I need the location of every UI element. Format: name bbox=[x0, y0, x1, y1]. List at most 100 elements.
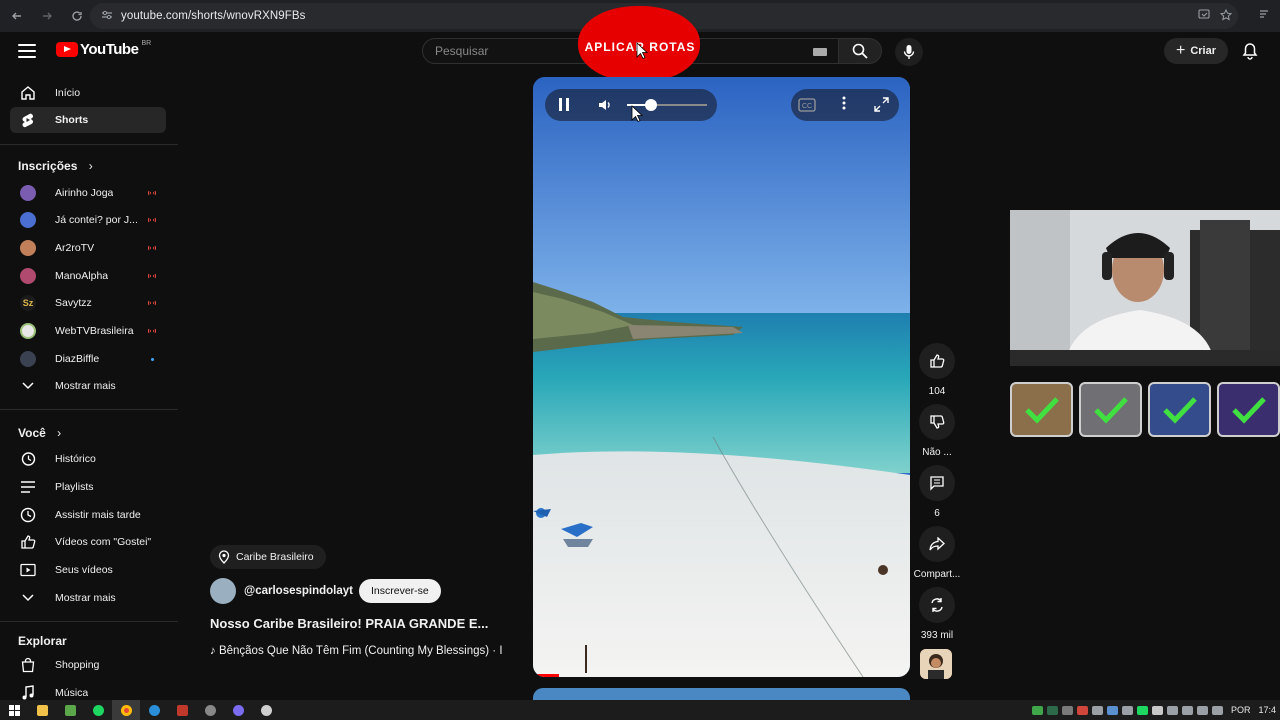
spotify-icon[interactable] bbox=[84, 700, 112, 720]
file-explorer-icon[interactable] bbox=[28, 700, 56, 720]
short-title[interactable]: Nosso Caribe Brasileiro! PRAIA GRANDE E.… bbox=[210, 616, 488, 631]
dislike-button[interactable] bbox=[919, 404, 955, 440]
reading-list-icon[interactable] bbox=[1258, 8, 1270, 23]
captions-icon[interactable]: CC bbox=[798, 98, 816, 117]
shorts-video-player[interactable]: CC bbox=[533, 77, 910, 677]
subscription-item[interactable]: Ar2roTV bbox=[10, 235, 166, 261]
news-icon[interactable] bbox=[168, 700, 196, 720]
subscription-item[interactable]: WebTVBrasileira bbox=[10, 318, 166, 344]
subscription-item[interactable]: Airinho Joga bbox=[10, 180, 166, 206]
sidebar-item-liked-videos[interactable]: Vídeos com "Gostei" bbox=[10, 529, 166, 555]
channel-avatar bbox=[20, 268, 36, 284]
comments-button[interactable] bbox=[919, 465, 955, 501]
tray-icon[interactable] bbox=[1091, 705, 1103, 715]
you-title: Você bbox=[18, 426, 46, 440]
microphone-icon[interactable] bbox=[1166, 705, 1178, 715]
notifications-bell-icon[interactable] bbox=[1242, 42, 1258, 65]
show-more-subscriptions[interactable]: Mostrar mais bbox=[10, 373, 166, 399]
tray-icon[interactable] bbox=[1151, 705, 1163, 715]
tray-icon[interactable] bbox=[1136, 705, 1148, 715]
tray-icon[interactable] bbox=[1031, 705, 1043, 715]
input-language[interactable]: POR bbox=[1231, 705, 1251, 715]
subscribe-button[interactable]: Inscrever-se bbox=[359, 579, 441, 603]
app-icon[interactable] bbox=[56, 700, 84, 720]
network-icon[interactable] bbox=[1196, 705, 1208, 715]
search-button[interactable] bbox=[838, 38, 882, 64]
dislike-action[interactable]: Não ... bbox=[912, 404, 962, 458]
tray-icon[interactable] bbox=[1046, 705, 1058, 715]
like-action[interactable]: 104 bbox=[912, 343, 962, 397]
reload-icon[interactable] bbox=[64, 3, 90, 29]
sidebar-item-shorts[interactable]: Shorts bbox=[10, 107, 166, 133]
subscription-label: ManoAlpha bbox=[55, 270, 109, 282]
settings-app-icon[interactable] bbox=[196, 700, 224, 720]
chevron-down-icon bbox=[10, 594, 46, 602]
chrome-icon[interactable] bbox=[112, 700, 140, 720]
site-info-icon[interactable] bbox=[96, 10, 118, 23]
playback-progress[interactable] bbox=[533, 674, 560, 677]
forward-icon[interactable] bbox=[34, 3, 60, 29]
start-icon[interactable] bbox=[0, 700, 28, 720]
create-button[interactable]: + Criar bbox=[1164, 38, 1228, 64]
tray-icon[interactable] bbox=[1121, 705, 1133, 715]
youtube-logo[interactable]: YouTube BR bbox=[56, 40, 151, 58]
tray-icon[interactable] bbox=[1076, 705, 1088, 715]
sidebar-item-inicio[interactable]: Início bbox=[10, 80, 166, 106]
volume-icon[interactable] bbox=[597, 97, 613, 118]
sidebar-item-playlists[interactable]: Playlists bbox=[10, 474, 166, 500]
location-chip[interactable]: Caribe Brasileiro bbox=[210, 545, 326, 569]
comments-action[interactable]: 6 bbox=[912, 465, 962, 519]
fullscreen-icon[interactable] bbox=[874, 97, 889, 117]
sidebar-item-historico[interactable]: Histórico bbox=[10, 446, 166, 472]
pause-icon[interactable] bbox=[557, 97, 571, 113]
volume-knob[interactable] bbox=[645, 99, 657, 111]
sidebar-item-watch-later[interactable]: Assistir mais tarde bbox=[10, 502, 166, 528]
subscription-label: Já contei? por J... bbox=[55, 214, 138, 226]
checkmark-icon bbox=[1093, 396, 1128, 424]
subscription-item[interactable]: DiazBiffle bbox=[10, 346, 166, 372]
subscription-item[interactable]: Já contei? por J... bbox=[10, 207, 166, 233]
more-options-icon[interactable] bbox=[842, 96, 846, 115]
dislike-label: Não ... bbox=[922, 447, 952, 458]
sidebar-divider bbox=[0, 621, 178, 622]
cast-icon[interactable] bbox=[1198, 9, 1210, 23]
clock[interactable]: 17:4 bbox=[1258, 705, 1276, 715]
menu-icon[interactable] bbox=[18, 44, 36, 58]
channel-avatar bbox=[20, 323, 36, 339]
share-action[interactable]: Compart... bbox=[912, 526, 962, 580]
sidebar-item-shopping[interactable]: Shopping bbox=[10, 652, 166, 678]
remix-action[interactable]: 393 mil bbox=[912, 587, 962, 641]
bookmark-star-icon[interactable] bbox=[1219, 8, 1233, 24]
edge-icon[interactable] bbox=[140, 700, 168, 720]
tray-icon[interactable] bbox=[1106, 705, 1118, 715]
channel-avatar[interactable] bbox=[210, 578, 236, 604]
keyboard-icon[interactable] bbox=[813, 48, 827, 56]
search-placeholder: Pesquisar bbox=[435, 44, 489, 58]
subscription-item[interactable]: Sz Savytzz bbox=[10, 290, 166, 316]
remix-button[interactable] bbox=[919, 587, 955, 623]
tray-icon[interactable] bbox=[1061, 705, 1073, 715]
gear-icon[interactable] bbox=[252, 700, 280, 720]
music-note-icon: ♪ bbox=[210, 645, 219, 657]
like-button[interactable] bbox=[919, 343, 955, 379]
sidebar-item-label: Shopping bbox=[55, 659, 100, 671]
sidebar: Início Shorts Inscrições › Airinho Joga … bbox=[0, 76, 178, 700]
share-button[interactable] bbox=[919, 526, 955, 562]
back-icon[interactable] bbox=[4, 3, 30, 29]
music-info[interactable]: ♪ Bênçãos Que Não Têm Fim (Counting My B… bbox=[210, 645, 522, 657]
sound-thumbnail[interactable] bbox=[920, 649, 952, 679]
channel-name[interactable]: @carlosespindolayt bbox=[244, 585, 353, 597]
you-header[interactable]: Você › bbox=[18, 426, 61, 440]
subscription-item[interactable]: ManoAlpha bbox=[10, 263, 166, 289]
subscriptions-header[interactable]: Inscrições › bbox=[18, 159, 93, 173]
battery-icon[interactable] bbox=[1181, 705, 1193, 715]
chevron-right-icon: › bbox=[88, 159, 93, 173]
voice-search-button[interactable] bbox=[895, 38, 923, 66]
show-more-you[interactable]: Mostrar mais bbox=[10, 585, 166, 611]
live-indicator-icon bbox=[148, 273, 156, 279]
create-label: Criar bbox=[1190, 45, 1217, 57]
sidebar-item-your-videos[interactable]: Seus vídeos bbox=[10, 557, 166, 583]
discord-icon[interactable] bbox=[224, 700, 252, 720]
home-icon bbox=[10, 85, 46, 101]
volume-icon[interactable] bbox=[1211, 705, 1223, 715]
